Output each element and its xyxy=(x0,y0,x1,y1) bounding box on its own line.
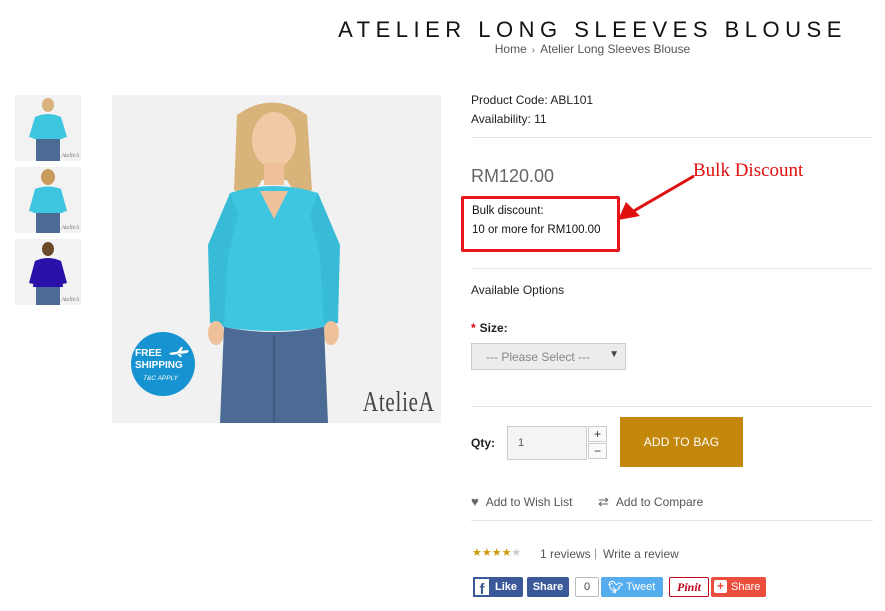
twitter-bird-icon: 🐦︎ xyxy=(608,580,624,594)
thumbnail-1-watermark: AtelieA xyxy=(61,153,79,159)
thumbnail-3-watermark: AtelieA xyxy=(61,297,79,303)
thumbnail-3[interactable]: AtelieA xyxy=(15,239,81,305)
size-select-value: --- Please Select --- xyxy=(486,350,591,364)
add-to-wishlist-link[interactable]: ♥ Add to Wish List xyxy=(471,494,572,509)
breadcrumb-separator: › xyxy=(531,45,536,56)
badge-line-1: FREE xyxy=(135,348,162,359)
badge-line-3: T&C APPLY xyxy=(143,375,178,382)
rating-stars: ★★★★★ xyxy=(472,546,521,559)
required-mark: * xyxy=(471,321,476,335)
brand-watermark: AtelieA xyxy=(363,387,435,418)
breadcrumb: Home › Atelier Long Sleeves Blouse xyxy=(300,42,885,56)
thumbnail-1-image xyxy=(29,98,67,161)
share-count: 0 xyxy=(575,577,599,597)
main-product-image[interactable]: FREE SHIPPING T&C APPLY AtelieA xyxy=(112,95,441,423)
divider xyxy=(471,268,873,269)
star-empty-icon: ★ xyxy=(511,547,522,559)
reviews-link[interactable]: 1 reviews xyxy=(540,547,591,561)
facebook-like-label: Like xyxy=(495,581,518,593)
thumbnail-2-image xyxy=(29,169,67,233)
heart-icon: ♥ xyxy=(471,494,479,509)
add-to-bag-button[interactable]: ADD TO BAG xyxy=(620,417,743,467)
wishlist-label: Add to Wish List xyxy=(485,495,573,509)
divider xyxy=(471,520,873,521)
options-heading: Available Options xyxy=(471,283,565,297)
size-label: * Size: xyxy=(471,321,508,335)
write-review-link[interactable]: Write a review xyxy=(603,547,679,561)
compare-label: Add to Compare xyxy=(615,495,704,509)
annotation-label: Bulk Discount xyxy=(693,160,804,181)
tweet-label: Tweet xyxy=(626,581,656,593)
free-shipping-badge: FREE SHIPPING T&C APPLY xyxy=(131,332,195,396)
airplane-icon xyxy=(169,347,189,357)
thumbnail-2-watermark: AtelieA xyxy=(61,225,79,231)
facebook-like-button[interactable]: f Like xyxy=(473,577,523,598)
facebook-icon: f xyxy=(473,577,491,598)
google-plus-share-button[interactable]: + Share xyxy=(711,577,766,597)
thumbnail-3-image xyxy=(29,242,67,305)
page-title: ATELIER LONG SLEEVES BLOUSE xyxy=(338,17,847,42)
add-to-compare-link[interactable]: ⇄ Add to Compare xyxy=(598,494,703,510)
star-filled-icon: ★ xyxy=(481,547,492,559)
product-code: Product Code: ABL101 xyxy=(471,93,594,107)
google-plus-share-label: Share xyxy=(731,581,761,593)
thumbnail-2[interactable]: AtelieA xyxy=(15,167,81,233)
qty-label: Qty: xyxy=(471,436,495,450)
badge-line-2: SHIPPING xyxy=(135,360,183,371)
price: RM120.00 xyxy=(471,166,555,186)
pinterest-pinit-button[interactable]: Pinit xyxy=(669,577,709,597)
star-filled-icon: ★ xyxy=(491,547,502,559)
facebook-share-button[interactable]: Share xyxy=(527,577,569,597)
bulk-discount-value: 10 or more for RM100.00 xyxy=(472,224,601,236)
divider xyxy=(471,406,873,407)
breadcrumb-home-link[interactable]: Home xyxy=(495,42,527,56)
review-separator: | xyxy=(594,546,598,560)
plus-icon: + xyxy=(714,580,727,593)
annotation-arrow-icon xyxy=(618,174,695,220)
thumbnail-1[interactable]: AtelieA xyxy=(15,95,81,161)
divider xyxy=(471,137,873,138)
star-filled-icon: ★ xyxy=(501,547,512,559)
qty-decrement-button[interactable]: − xyxy=(588,443,607,459)
breadcrumb-current-link[interactable]: Atelier Long Sleeves Blouse xyxy=(540,42,690,56)
bulk-discount-title: Bulk discount: xyxy=(472,205,544,217)
tweet-button[interactable]: 🐦︎ Tweet xyxy=(601,577,663,597)
qty-increment-button[interactable]: + xyxy=(588,426,607,442)
qty-input[interactable]: 1 xyxy=(507,426,587,460)
size-label-text: Size: xyxy=(479,321,508,335)
compare-arrows-icon: ⇄ xyxy=(598,494,609,509)
availability: Availability: 11 xyxy=(471,112,547,126)
star-filled-icon: ★ xyxy=(472,547,482,559)
size-select[interactable]: --- Please Select --- ▼ xyxy=(471,343,626,370)
caret-down-icon: ▼ xyxy=(609,349,619,360)
